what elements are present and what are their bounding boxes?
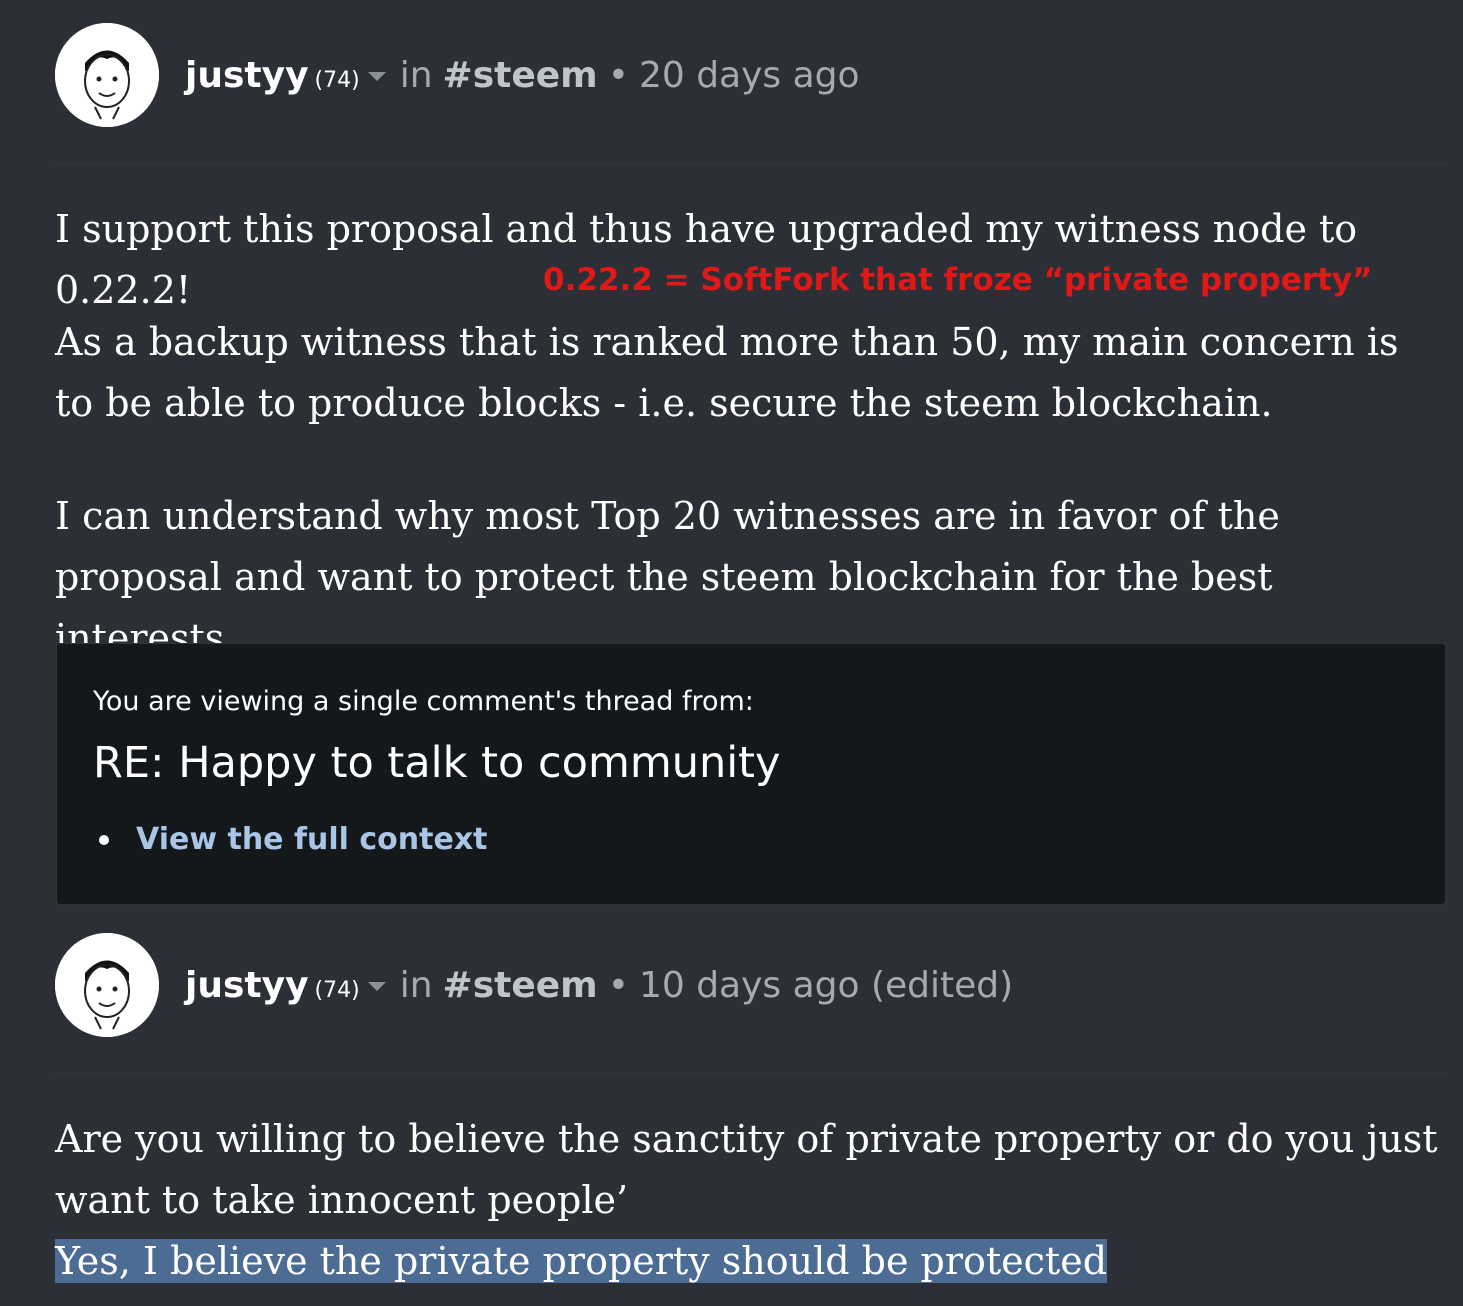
divider xyxy=(55,1073,1447,1074)
view-full-context-link[interactable]: View the full context xyxy=(136,822,488,857)
in-label: in xyxy=(399,54,433,96)
comment-header-1: justyy (74) in #steem • 20 days ago xyxy=(55,23,860,127)
reputation-score: (74) xyxy=(314,67,360,93)
comment-2-paragraph-1: Are you willing to believe the sanctity … xyxy=(55,1109,1447,1292)
comment-1-paragraph-3: I can understand why most Top 20 witness… xyxy=(55,494,1280,660)
comment-1-paragraph-1: I support this proposal and thus have up… xyxy=(55,207,1358,312)
avatar[interactable] xyxy=(55,23,159,127)
avatar-cartoon-icon xyxy=(55,933,159,1037)
comment-header-2: justyy (74) in #steem • 10 days ago (edi… xyxy=(55,933,1013,1037)
separator-dot: • xyxy=(607,54,629,96)
highlighted-text-selection: Yes, I believe the private property shou… xyxy=(55,1239,1108,1283)
tag-link[interactable]: #steem xyxy=(443,55,598,96)
avatar-cartoon-icon xyxy=(55,23,159,127)
avatar[interactable] xyxy=(55,933,159,1037)
timestamp[interactable]: 20 days ago xyxy=(639,55,860,96)
in-label: in xyxy=(399,964,433,1006)
comment-1-paragraph-2: As a backup witness that is ranked more … xyxy=(55,320,1399,425)
author-link[interactable]: justyy xyxy=(185,965,309,1006)
comment-meta: justyy (74) in #steem • 20 days ago xyxy=(185,55,860,96)
separator-dot: • xyxy=(607,964,629,1006)
comment-2-text: Are you willing to believe the sanctity … xyxy=(55,1117,1438,1222)
chevron-down-icon[interactable] xyxy=(367,71,386,81)
thread-intro: You are viewing a single comment's threa… xyxy=(93,686,754,717)
comment-meta: justyy (74) in #steem • 10 days ago (edi… xyxy=(185,965,1013,1006)
list-item: View the full context xyxy=(99,822,488,857)
red-annotation: 0.22.2 = SoftFork that froze “private pr… xyxy=(543,262,1373,298)
thread-context-box: You are viewing a single comment's threa… xyxy=(56,643,1446,905)
bullet-icon xyxy=(99,834,109,845)
tag-link[interactable]: #steem xyxy=(443,965,598,1006)
timestamp[interactable]: 10 days ago (edited) xyxy=(639,965,1013,1006)
chevron-down-icon[interactable] xyxy=(367,981,386,991)
thread-title[interactable]: RE: Happy to talk to community xyxy=(93,738,780,788)
divider xyxy=(55,163,1447,164)
reputation-score: (74) xyxy=(314,977,360,1003)
author-link[interactable]: justyy xyxy=(185,55,309,96)
